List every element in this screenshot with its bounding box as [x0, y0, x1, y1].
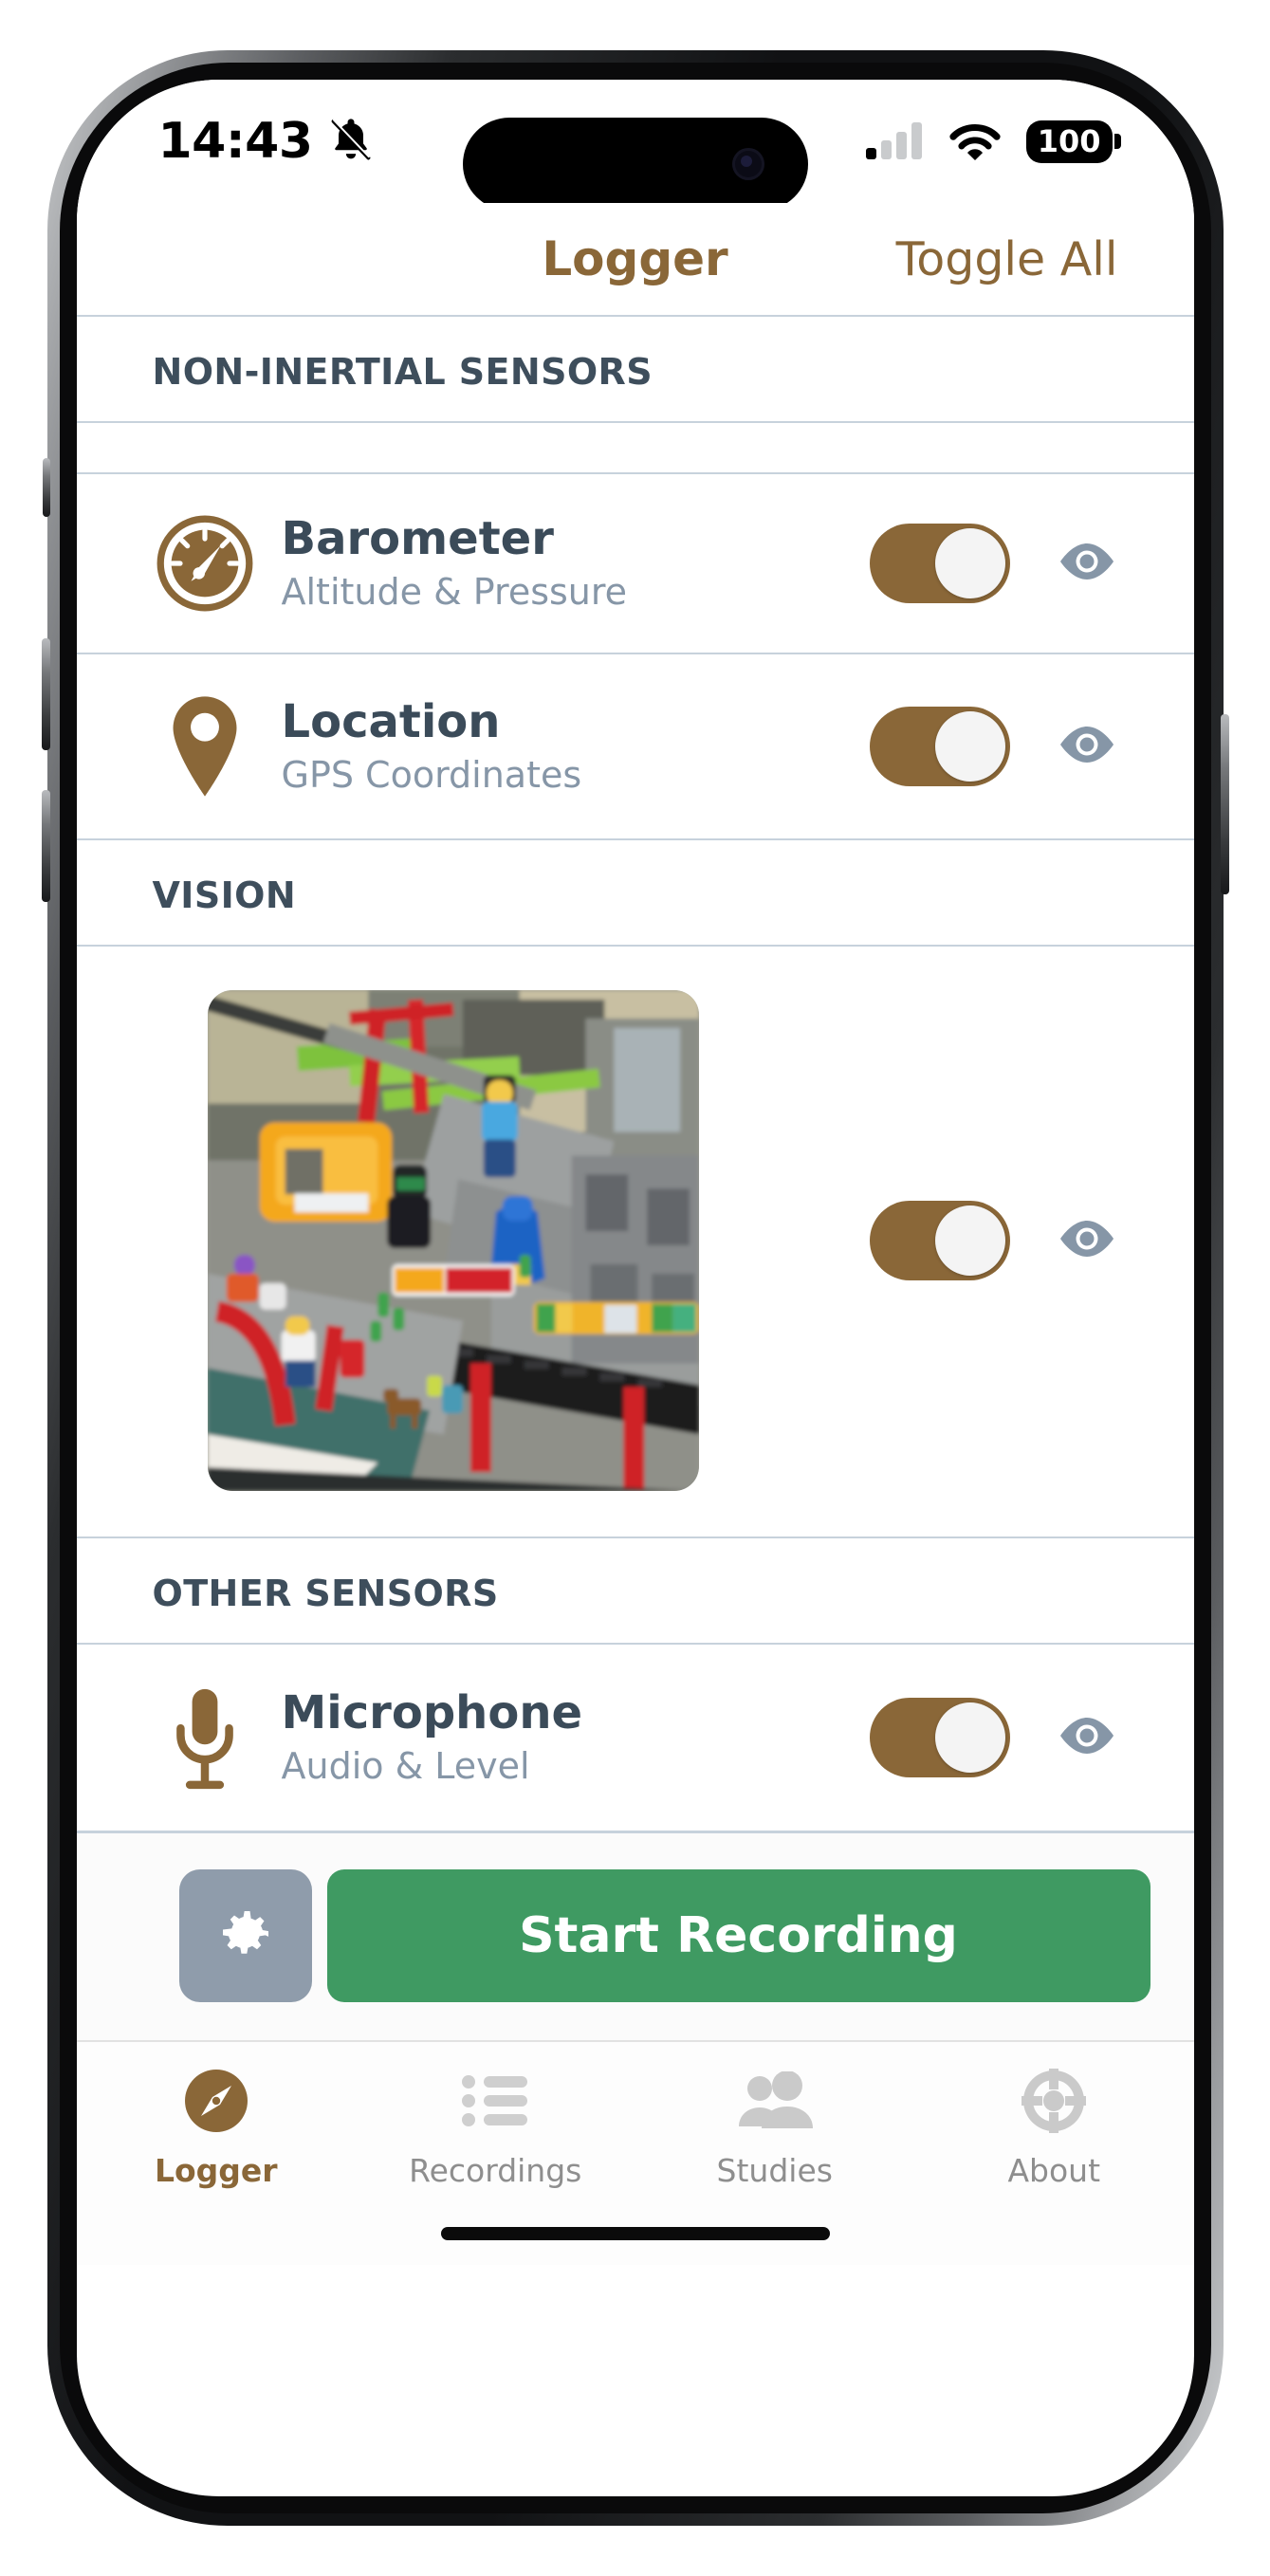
sensor-toggle-barometer[interactable] [869, 524, 1010, 603]
tab-label: About [1007, 2152, 1101, 2189]
sensor-title: Location [281, 695, 501, 749]
toggle-knob [934, 711, 1005, 782]
sensor-list: NON-INERTIAL SENSORS Barometer Altitude … [76, 315, 1194, 1831]
action-bar: Start Recording [76, 1833, 1194, 2040]
location-pin-icon [153, 694, 257, 799]
tab-logger[interactable]: Logger [77, 2063, 357, 2189]
barometer-gauge-icon [153, 514, 257, 613]
toggle-knob [934, 528, 1005, 598]
cellular-signal-icon [865, 119, 924, 164]
camera-preview-thumbnail[interactable] [207, 990, 699, 1491]
eye-icon [1056, 1217, 1118, 1264]
sensor-row-location[interactable]: Location GPS Coordinates [76, 654, 1194, 838]
list-icon [461, 2063, 529, 2139]
status-bar-left: 14:43 [158, 113, 376, 170]
eye-icon [1056, 1714, 1118, 1761]
sensor-text-location: Location GPS Coordinates [257, 695, 870, 796]
section-header-other: OTHER SENSORS [76, 1538, 1194, 1643]
power-button[interactable] [1220, 714, 1229, 894]
gear-icon [215, 1904, 276, 1968]
sensor-row-camera[interactable] [76, 947, 1194, 1536]
home-indicator[interactable] [440, 2227, 830, 2240]
clock-text: 14:43 [157, 113, 314, 170]
home-indicator-area [76, 2206, 1194, 2265]
empty-row [76, 423, 1194, 472]
wifi-icon [948, 119, 1002, 164]
phone-device-frame: 14:43 100 Logger Toggle All NON-INERTIAL… [41, 50, 1229, 2526]
preview-eye-button-camera[interactable] [1054, 1217, 1120, 1264]
sensor-row-barometer[interactable]: Barometer Altitude & Pressure [76, 474, 1194, 653]
sensor-title: Microphone [281, 1686, 583, 1740]
toggle-knob [934, 1702, 1005, 1773]
tab-bar: Logger Recordings Studies About [76, 2042, 1194, 2206]
tab-recordings[interactable]: Recordings [356, 2063, 635, 2189]
compass-icon [182, 2063, 250, 2139]
sensor-row-microphone[interactable]: Microphone Audio & Level [76, 1645, 1194, 1831]
sensor-toggle-location[interactable] [869, 707, 1010, 786]
tab-label: Recordings [409, 2152, 582, 2189]
eye-icon [1056, 540, 1118, 587]
preview-eye-button-barometer[interactable] [1054, 540, 1120, 587]
toggle-knob [934, 1205, 1005, 1276]
settings-button[interactable] [178, 1869, 312, 2002]
preview-eye-button-microphone[interactable] [1054, 1714, 1120, 1761]
nav-header: Logger Toggle All [76, 203, 1194, 315]
sensor-subtitle: Altitude & Pressure [281, 570, 628, 613]
front-camera-icon [731, 148, 764, 180]
sensor-toggle-microphone[interactable] [869, 1698, 1010, 1777]
bell-slash-icon [326, 115, 376, 168]
section-header-vision: VISION [76, 840, 1194, 945]
battery-indicator: 100 [1025, 120, 1113, 163]
toggle-all-button[interactable]: Toggle All [896, 232, 1118, 286]
sensor-text-barometer: Barometer Altitude & Pressure [257, 512, 870, 613]
start-recording-button[interactable]: Start Recording [326, 1869, 1150, 2002]
preview-eye-button-location[interactable] [1054, 723, 1120, 770]
status-bar-right: 100 [865, 119, 1113, 164]
sensor-title: Barometer [281, 512, 554, 566]
sensor-subtitle: Audio & Level [281, 1744, 530, 1787]
phone-screen: 14:43 100 Logger Toggle All NON-INERTIAL… [76, 80, 1194, 2496]
status-bar: 14:43 100 [76, 80, 1194, 211]
volume-up-button[interactable] [41, 638, 50, 750]
tab-label: Studies [716, 2152, 833, 2189]
sensor-subtitle: GPS Coordinates [281, 753, 582, 796]
section-header-non-inertial: NON-INERTIAL SENSORS [76, 317, 1194, 421]
volume-down-button[interactable] [41, 790, 50, 902]
mute-switch[interactable] [42, 458, 50, 517]
tab-about[interactable]: About [914, 2063, 1194, 2189]
eye-icon [1056, 723, 1118, 770]
sensor-toggle-camera[interactable] [869, 1201, 1010, 1280]
dynamic-island [462, 118, 808, 211]
tab-studies[interactable]: Studies [635, 2063, 915, 2189]
sensor-text-microphone: Microphone Audio & Level [257, 1686, 870, 1787]
tab-label: Logger [154, 2152, 278, 2189]
life-ring-icon [1020, 2063, 1088, 2139]
microphone-icon [153, 1684, 257, 1791]
people-icon [735, 2063, 815, 2139]
